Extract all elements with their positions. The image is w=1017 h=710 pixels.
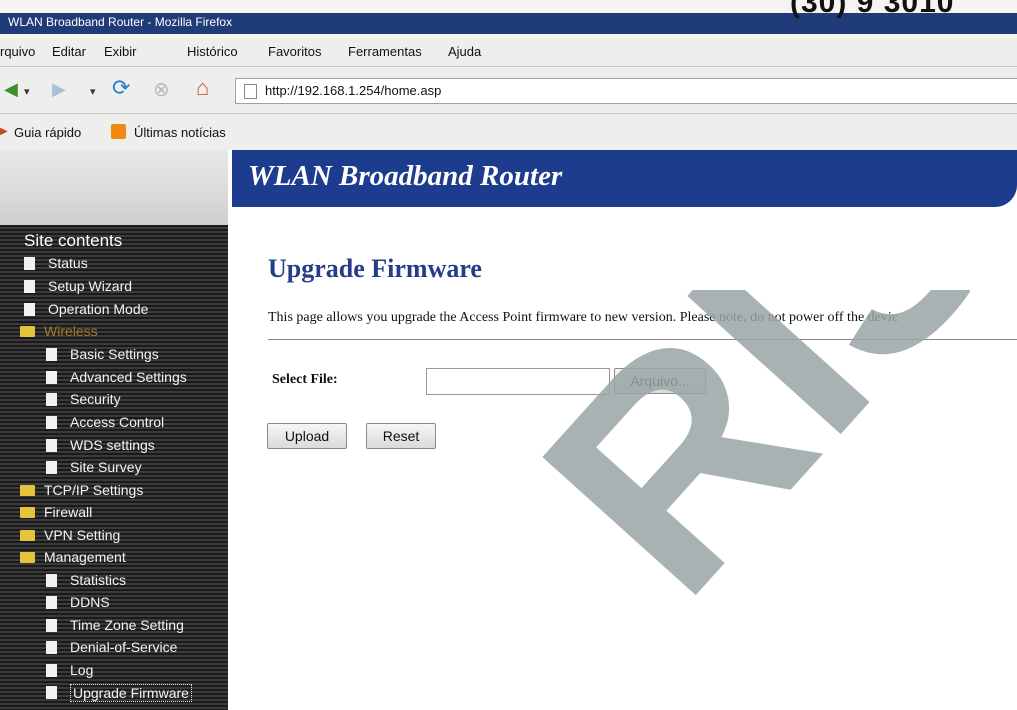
select-file-label: Select File: bbox=[272, 372, 338, 387]
open-folder-icon bbox=[20, 552, 35, 563]
sidebar-heading: Site contents bbox=[24, 231, 123, 250]
folder-icon bbox=[20, 485, 35, 496]
window-titlebar: WLAN Broadband Router - Mozilla Firefox … bbox=[0, 0, 1017, 36]
folder-icon bbox=[20, 530, 35, 541]
address-url: http://192.168.1.254/home.asp bbox=[265, 83, 442, 98]
banner-title: WLAN Broadband Router bbox=[248, 160, 563, 192]
folder-icon bbox=[20, 507, 35, 518]
document-icon bbox=[24, 303, 35, 316]
page-viewport: WLAN Broadband Router Site contents Stat… bbox=[0, 150, 1017, 710]
corner-handwritten-text: (30) 9 3010 bbox=[790, 0, 955, 19]
home-icon[interactable]: ⌂ bbox=[196, 75, 209, 101]
bookmark-guia-rapido[interactable]: Guia rápido bbox=[14, 125, 81, 140]
open-folder-icon bbox=[20, 326, 35, 337]
page-description: This page allows you upgrade the Access … bbox=[268, 310, 898, 325]
navigation-toolbar: ◀ ▾ ▶ ▾ ⟳ ⊗ ⌂ http://192.168.1.254/home.… bbox=[0, 67, 1017, 114]
document-icon bbox=[46, 641, 57, 654]
rss-feed-icon bbox=[111, 124, 126, 139]
bookmark-ultimas-noticias[interactable]: Últimas notícias bbox=[134, 125, 226, 140]
bookmarks-toolbar: ▶ Guia rápido Últimas notícias bbox=[0, 114, 1017, 151]
back-icon[interactable]: ◀ bbox=[4, 79, 18, 100]
menu-editar[interactable]: Editar bbox=[52, 44, 86, 59]
document-icon bbox=[46, 348, 57, 361]
document-icon bbox=[46, 664, 57, 677]
document-icon bbox=[46, 686, 57, 699]
document-icon bbox=[46, 371, 57, 384]
document-icon bbox=[46, 393, 57, 406]
reset-button[interactable]: Reset bbox=[366, 423, 436, 449]
menu-favoritos[interactable]: Favoritos bbox=[268, 44, 321, 59]
window-title: WLAN Broadband Router - Mozilla Firefox bbox=[8, 15, 233, 29]
document-icon bbox=[46, 574, 57, 587]
router-banner: WLAN Broadband Router bbox=[232, 150, 1017, 207]
back-dropdown-icon[interactable]: ▾ bbox=[24, 85, 30, 98]
menu-ferramentas[interactable]: Ferramentas bbox=[348, 44, 422, 59]
menu-ajuda[interactable]: Ajuda bbox=[448, 44, 481, 59]
reload-icon[interactable]: ⟳ bbox=[112, 75, 130, 101]
main-content: Upgrade Firmware This page allows you up… bbox=[232, 207, 1017, 710]
bookmark-arrow-icon: ▶ bbox=[0, 126, 8, 137]
stop-icon[interactable]: ⊗ bbox=[153, 77, 170, 102]
page-title: Upgrade Firmware bbox=[268, 254, 482, 283]
menubar: rquivo Editar Exibir Histórico Favoritos… bbox=[0, 38, 1017, 67]
document-icon bbox=[24, 257, 35, 270]
file-path-input[interactable] bbox=[426, 368, 610, 395]
page-icon bbox=[244, 84, 257, 99]
sidebar-top-gradient bbox=[0, 150, 228, 225]
browse-button[interactable]: Arquivo... bbox=[614, 368, 706, 394]
sidebar-nav: Site contents Status Setup Wizard Operat… bbox=[0, 225, 228, 710]
document-icon bbox=[24, 280, 35, 293]
forward-icon[interactable]: ▶ bbox=[52, 79, 66, 100]
document-icon bbox=[46, 439, 57, 452]
menu-arquivo[interactable]: rquivo bbox=[0, 44, 35, 59]
menu-exibir[interactable]: Exibir bbox=[104, 44, 137, 59]
address-bar[interactable]: http://192.168.1.254/home.asp bbox=[235, 78, 1017, 104]
document-icon bbox=[46, 619, 57, 632]
upload-button[interactable]: Upload bbox=[267, 423, 347, 449]
document-icon bbox=[46, 596, 57, 609]
menu-historico[interactable]: Histórico bbox=[187, 44, 238, 59]
forward-dropdown-icon[interactable]: ▾ bbox=[90, 85, 96, 98]
document-icon bbox=[46, 416, 57, 429]
divider bbox=[268, 339, 1017, 340]
document-icon bbox=[46, 461, 57, 474]
